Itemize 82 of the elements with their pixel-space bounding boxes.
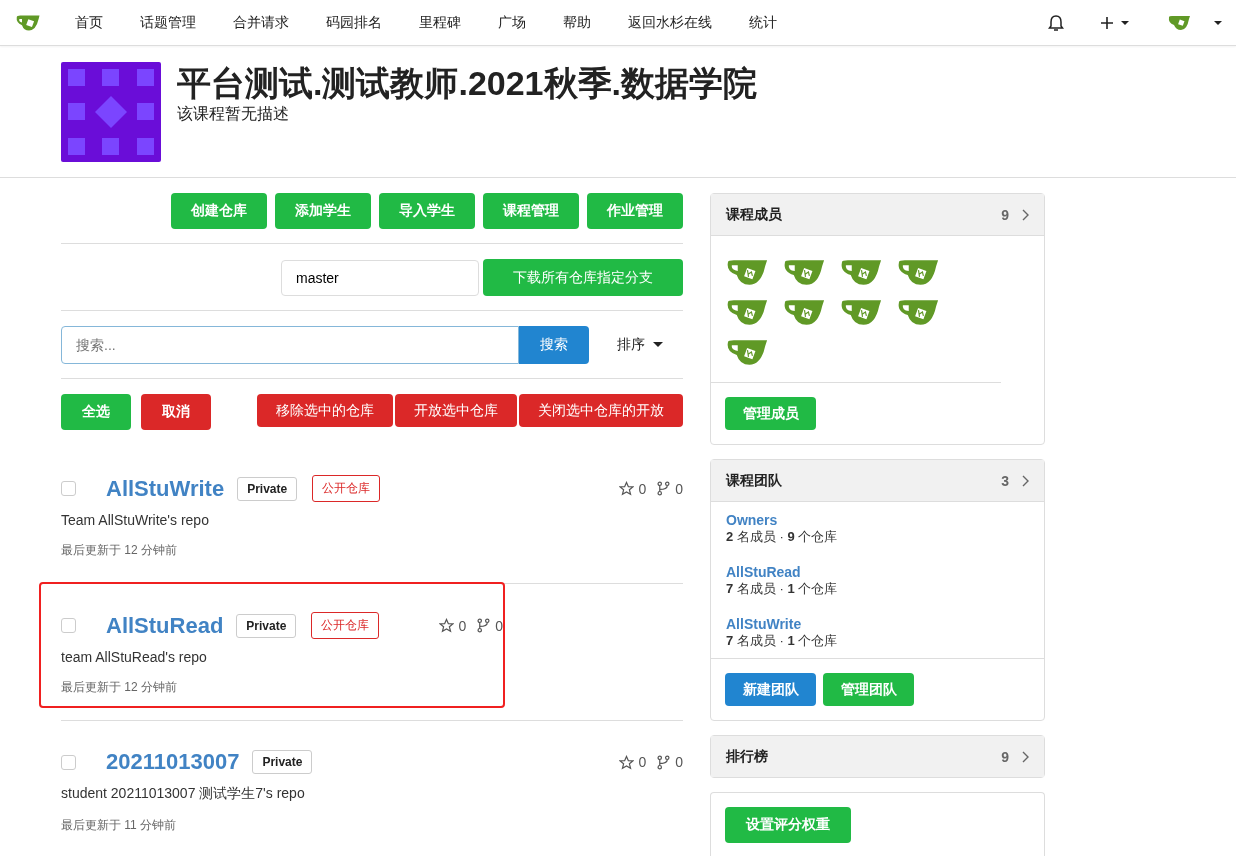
caret-icon	[653, 342, 663, 348]
team-count: 3	[1001, 472, 1009, 489]
course-avatar-icon	[61, 62, 161, 162]
card-title: 课程成员	[726, 205, 782, 224]
fork-count: 0	[675, 480, 683, 497]
nav-link[interactable]: 广场	[498, 13, 526, 32]
nav-link[interactable]: 话题管理	[140, 13, 196, 32]
checkbox[interactable]	[61, 754, 76, 770]
repo-description: Team AllStuWrite's repo	[61, 512, 210, 528]
card-title: 排行榜	[726, 747, 768, 766]
star-icon	[439, 618, 455, 633]
public-repo-tag: 公开仓库	[312, 475, 381, 502]
nav-link[interactable]: 里程碑	[419, 13, 461, 32]
last-updated-text: 最后更新于 12 分钟前	[61, 542, 178, 559]
chevron-right-icon	[1021, 208, 1029, 221]
bulk-action-button[interactable]: 关闭选中仓库的开放	[519, 394, 683, 427]
last-updated-text: 最后更新于 12 分钟前	[61, 679, 178, 696]
card-header[interactable]: 课程成员 9	[711, 194, 1044, 236]
plus-dropdown-icon[interactable]	[1100, 14, 1130, 31]
bulk-action-button[interactable]: 移除选中的仓库	[257, 394, 393, 427]
fork-count: 0	[675, 754, 683, 770]
chevron-right-icon	[1021, 474, 1029, 487]
nav-link[interactable]: 帮助	[563, 13, 591, 32]
action-button[interactable]: 作业管理	[587, 193, 683, 229]
star-icon	[619, 481, 635, 496]
card-header[interactable]: 排行榜 9	[711, 736, 1044, 777]
team-stats: 7 名成员 · 1 个仓库	[726, 632, 839, 650]
repo-description: team AllStuRead's repo	[61, 649, 208, 665]
cancel-button[interactable]: 取消	[141, 394, 211, 430]
fork-icon	[656, 754, 672, 770]
chevron-right-icon	[1021, 750, 1029, 763]
course-title: 平台测试.测试教师.2021秋季.数据学院	[177, 63, 757, 104]
nav-link[interactable]: 返回水杉在线	[628, 13, 712, 32]
repo-name-link[interactable]: 20211013007	[106, 749, 240, 775]
nav-link[interactable]: 合并请求	[233, 13, 289, 32]
ranking-count: 9	[1001, 748, 1009, 765]
nav-link[interactable]: 首页	[75, 13, 103, 32]
last-updated-text: 最后更新于 11 分钟前	[61, 817, 178, 834]
action-button[interactable]: 添加学生	[275, 193, 371, 229]
star-count: 0	[638, 480, 647, 497]
team-name-link[interactable]: AllStuWrite	[726, 616, 1029, 632]
repo-name-link[interactable]: AllStuWrite	[106, 475, 225, 502]
sort-dropdown[interactable]: 排序	[597, 336, 683, 354]
nav-link[interactable]: 统计	[749, 13, 777, 32]
select-all-button[interactable]: 全选	[61, 394, 131, 430]
team-action-button[interactable]: 管理团队	[823, 673, 914, 706]
manage-members-button[interactable]: 管理成员	[725, 397, 816, 430]
team-action-button[interactable]: 新建团队	[725, 673, 816, 706]
team-stats: 7 名成员 · 1 个仓库	[726, 580, 839, 598]
checkbox[interactable]	[61, 481, 76, 496]
set-weights-button[interactable]: 设置评分权重	[725, 807, 851, 843]
team-name-link[interactable]: Owners	[726, 512, 1029, 528]
action-button[interactable]: 创建仓库	[171, 193, 267, 229]
repo-description: student 20211013007 测试学生7's repo	[61, 785, 306, 803]
visibility-label: Private	[252, 750, 313, 774]
star-count: 0	[638, 754, 647, 770]
star-count: 0	[458, 617, 467, 634]
visibility-label: Private	[236, 613, 297, 638]
nav-link[interactable]: 码园排名	[326, 13, 382, 32]
search-field[interactable]: 搜索...	[61, 326, 519, 364]
search-button[interactable]: 搜索	[519, 326, 589, 364]
action-button[interactable]: 导入学生	[379, 193, 475, 229]
fork-count: 0	[495, 617, 503, 634]
bulk-action-button[interactable]: 开放选中仓库	[395, 394, 517, 427]
card-header[interactable]: 课程团队 3	[711, 460, 1044, 502]
team-name-link[interactable]: AllStuRead	[726, 564, 1029, 580]
card-title: 课程团队	[726, 471, 782, 490]
member-count: 9	[1001, 206, 1009, 223]
fork-icon	[476, 618, 492, 633]
visibility-label: Private	[237, 476, 298, 501]
course-description: 该课程暂无描述	[177, 104, 290, 124]
download-branch-button[interactable]: 下载所有仓库指定分支	[483, 259, 683, 296]
action-button[interactable]: 课程管理	[483, 193, 579, 229]
user-avatar-dropdown-icon[interactable]	[1168, 14, 1224, 31]
repo-name-link[interactable]: AllStuRead	[106, 612, 224, 639]
branch-input[interactable]: master	[281, 259, 479, 296]
checkbox[interactable]	[61, 618, 76, 633]
team-stats: 2 名成员 · 9 个仓库	[726, 528, 839, 546]
fork-icon	[656, 481, 672, 496]
public-repo-tag: 公开仓库	[311, 612, 380, 639]
star-icon	[619, 754, 635, 770]
bell-icon[interactable]	[1048, 13, 1064, 32]
